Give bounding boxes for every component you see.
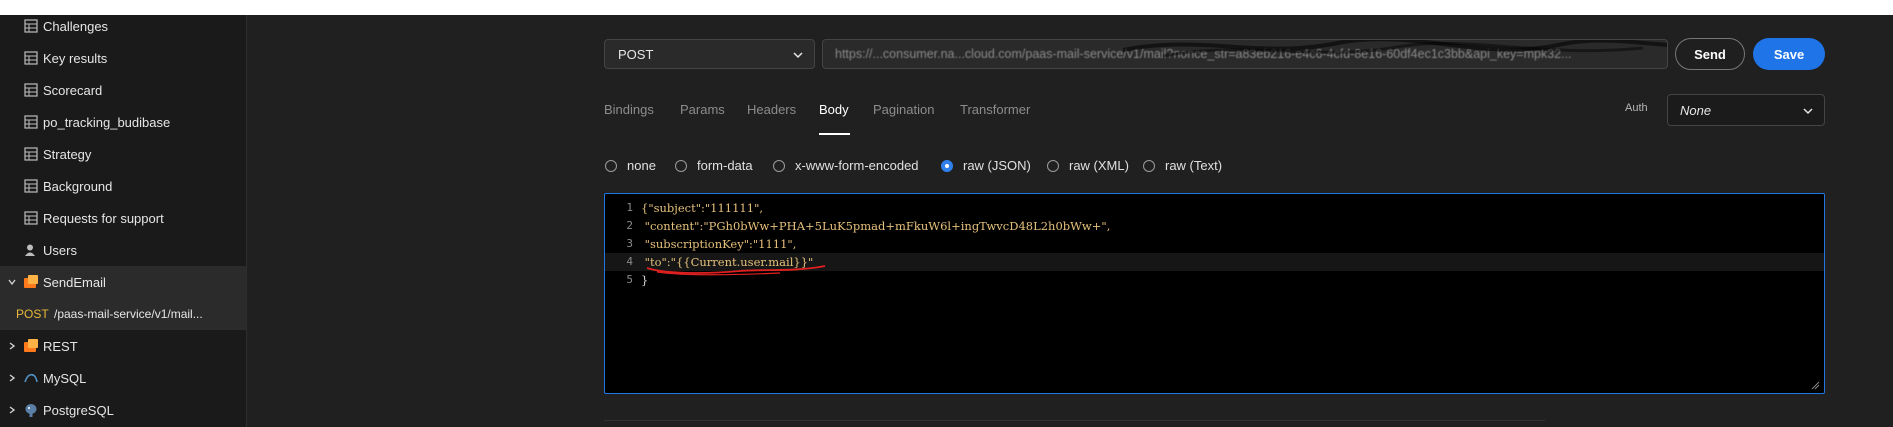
sidebar-item-sendemail[interactable]: SendEmail: [0, 266, 246, 298]
sidebar-item-scorecard[interactable]: Scorecard: [0, 74, 246, 106]
postgresql-icon: [25, 404, 37, 417]
chevron-down-icon: [1803, 108, 1813, 115]
active-tab-indicator: [819, 133, 850, 135]
sidebar-item-label: SendEmail: [43, 274, 106, 290]
radio-dot[interactable]: [605, 159, 617, 172]
method-select[interactable]: POST: [604, 39, 815, 69]
radio-label: raw (JSON): [963, 158, 1031, 173]
radio-label: none: [627, 158, 656, 173]
red-underline-annotation: [646, 265, 826, 276]
table-icon: [24, 211, 38, 225]
sidebar-item-label: Background: [43, 178, 113, 194]
radio-raw-text[interactable]: raw (Text): [1143, 158, 1222, 173]
tab-pagination[interactable]: Pagination: [873, 102, 934, 117]
body-code-editor[interactable]: 1 {"subject":"111111", 2 "content":"PGh0…: [604, 193, 1825, 394]
sidebar-item-label: REST: [43, 338, 78, 354]
table-icon: [24, 179, 38, 193]
code-line: 2 "content":"PGh0bWw+PHA+5LuK5pmad+mFkuW…: [605, 217, 1824, 235]
sidebar-item-po-tracking[interactable]: po_tracking_budibase: [0, 106, 246, 138]
auth-select[interactable]: None: [1667, 94, 1825, 126]
radio-label: form-data: [697, 158, 753, 173]
sidebar-item-users[interactable]: Users: [0, 234, 246, 266]
save-button[interactable]: Save: [1753, 38, 1825, 70]
method-select-value: POST: [618, 47, 654, 62]
table-icon: [24, 115, 38, 129]
sidebar-item-mysql[interactable]: MySQL: [0, 362, 246, 394]
chevron-right-icon[interactable]: [7, 405, 17, 415]
radio-label: raw (XML): [1069, 158, 1129, 173]
users-icon: [25, 244, 35, 256]
chevron-down-icon: [793, 52, 803, 59]
radio-dot[interactable]: [1143, 159, 1155, 172]
code-text: "subscriptionKey":"1111",: [641, 237, 797, 251]
sidebar: Challenges Key results Scorecard po_trac…: [0, 15, 247, 427]
sidebar-item-label: MySQL: [43, 370, 87, 386]
sidebar-item-requests-for-support[interactable]: Requests for support: [0, 202, 246, 234]
line-number: 3: [626, 237, 633, 250]
query-method-badge: POST: [16, 307, 49, 321]
chevron-right-icon[interactable]: [7, 373, 17, 383]
rest-datasource-icon: [24, 339, 38, 352]
radio-label: x-www-form-encoded: [795, 158, 919, 173]
sidebar-item-label: po_tracking_budibase: [43, 114, 171, 130]
code-line: 3 "subscriptionKey":"1111",: [605, 235, 1824, 253]
sidebar-item-challenges[interactable]: Challenges: [0, 10, 246, 42]
tab-params[interactable]: Params: [680, 102, 725, 117]
sidebar-item-label: Key results: [43, 50, 108, 66]
radio-x-www-form-encoded[interactable]: x-www-form-encoded: [773, 158, 919, 173]
chevron-right-icon[interactable]: [7, 341, 17, 351]
sidebar-item-label: PostgreSQL: [43, 402, 114, 418]
line-number: 4: [626, 255, 633, 268]
url-input[interactable]: https://...consumer.na...cloud.com/paas-…: [822, 39, 1668, 69]
radio-label: raw (Text): [1165, 158, 1223, 173]
sidebar-item-key-results[interactable]: Key results: [0, 42, 246, 74]
sidebar-item-label: Strategy: [43, 146, 92, 162]
tab-bindings[interactable]: Bindings: [604, 102, 654, 117]
auth-select-value: None: [1680, 103, 1712, 118]
table-icon: [24, 19, 38, 33]
sidebar-item-label: Requests for support: [43, 210, 164, 226]
auth-label: Auth: [1625, 102, 1648, 114]
sidebar-item-label: Challenges: [43, 18, 109, 34]
query-item-mail[interactable]: POST /paas-mail-service/v1/mail...: [0, 298, 246, 330]
table-icon: [24, 83, 38, 97]
code-line: 1 {"subject":"111111",: [605, 199, 1824, 217]
sidebar-item-label: Scorecard: [43, 82, 103, 98]
radio-raw-json[interactable]: raw (JSON): [941, 158, 1031, 173]
code-text: {"subject":"111111",: [641, 201, 764, 215]
radio-dot[interactable]: [941, 159, 953, 172]
chevron-down-icon[interactable]: [7, 277, 17, 287]
sidebar-item-strategy[interactable]: Strategy: [0, 138, 246, 170]
sidebar-item-label: Users: [43, 242, 77, 258]
top-strip: [0, 0, 1893, 16]
tab-transformer[interactable]: Transformer: [960, 102, 1030, 117]
tab-body[interactable]: Body: [819, 102, 849, 117]
code-text: "content":"PGh0bWw+PHA+5LuK5pmad+mFkuW6l…: [641, 219, 1111, 233]
redaction-scribble: [1123, 40, 1667, 58]
line-number: 5: [626, 273, 633, 286]
radio-raw-xml[interactable]: raw (XML): [1047, 158, 1129, 173]
radio-dot[interactable]: [1047, 159, 1059, 172]
mysql-icon: [24, 373, 38, 383]
line-number: 1: [626, 201, 633, 214]
radio-dot[interactable]: [773, 159, 785, 172]
sidebar-item-background[interactable]: Background: [0, 170, 246, 202]
radio-form-data[interactable]: form-data: [675, 158, 753, 173]
sidebar-item-postgresql[interactable]: PostgreSQL: [0, 394, 246, 426]
resize-handle-icon[interactable]: [1810, 380, 1820, 390]
tab-headers[interactable]: Headers: [747, 102, 796, 117]
radio-dot[interactable]: [675, 159, 687, 172]
query-path: /paas-mail-service/v1/mail...: [54, 307, 203, 321]
line-number: 2: [626, 219, 633, 232]
radio-none[interactable]: none: [605, 158, 656, 173]
rest-datasource-icon: [24, 275, 38, 288]
send-button[interactable]: Send: [1675, 38, 1745, 70]
divider: [604, 420, 1545, 421]
table-icon: [24, 147, 38, 161]
table-icon: [24, 51, 38, 65]
sidebar-item-rest[interactable]: REST: [0, 330, 246, 362]
